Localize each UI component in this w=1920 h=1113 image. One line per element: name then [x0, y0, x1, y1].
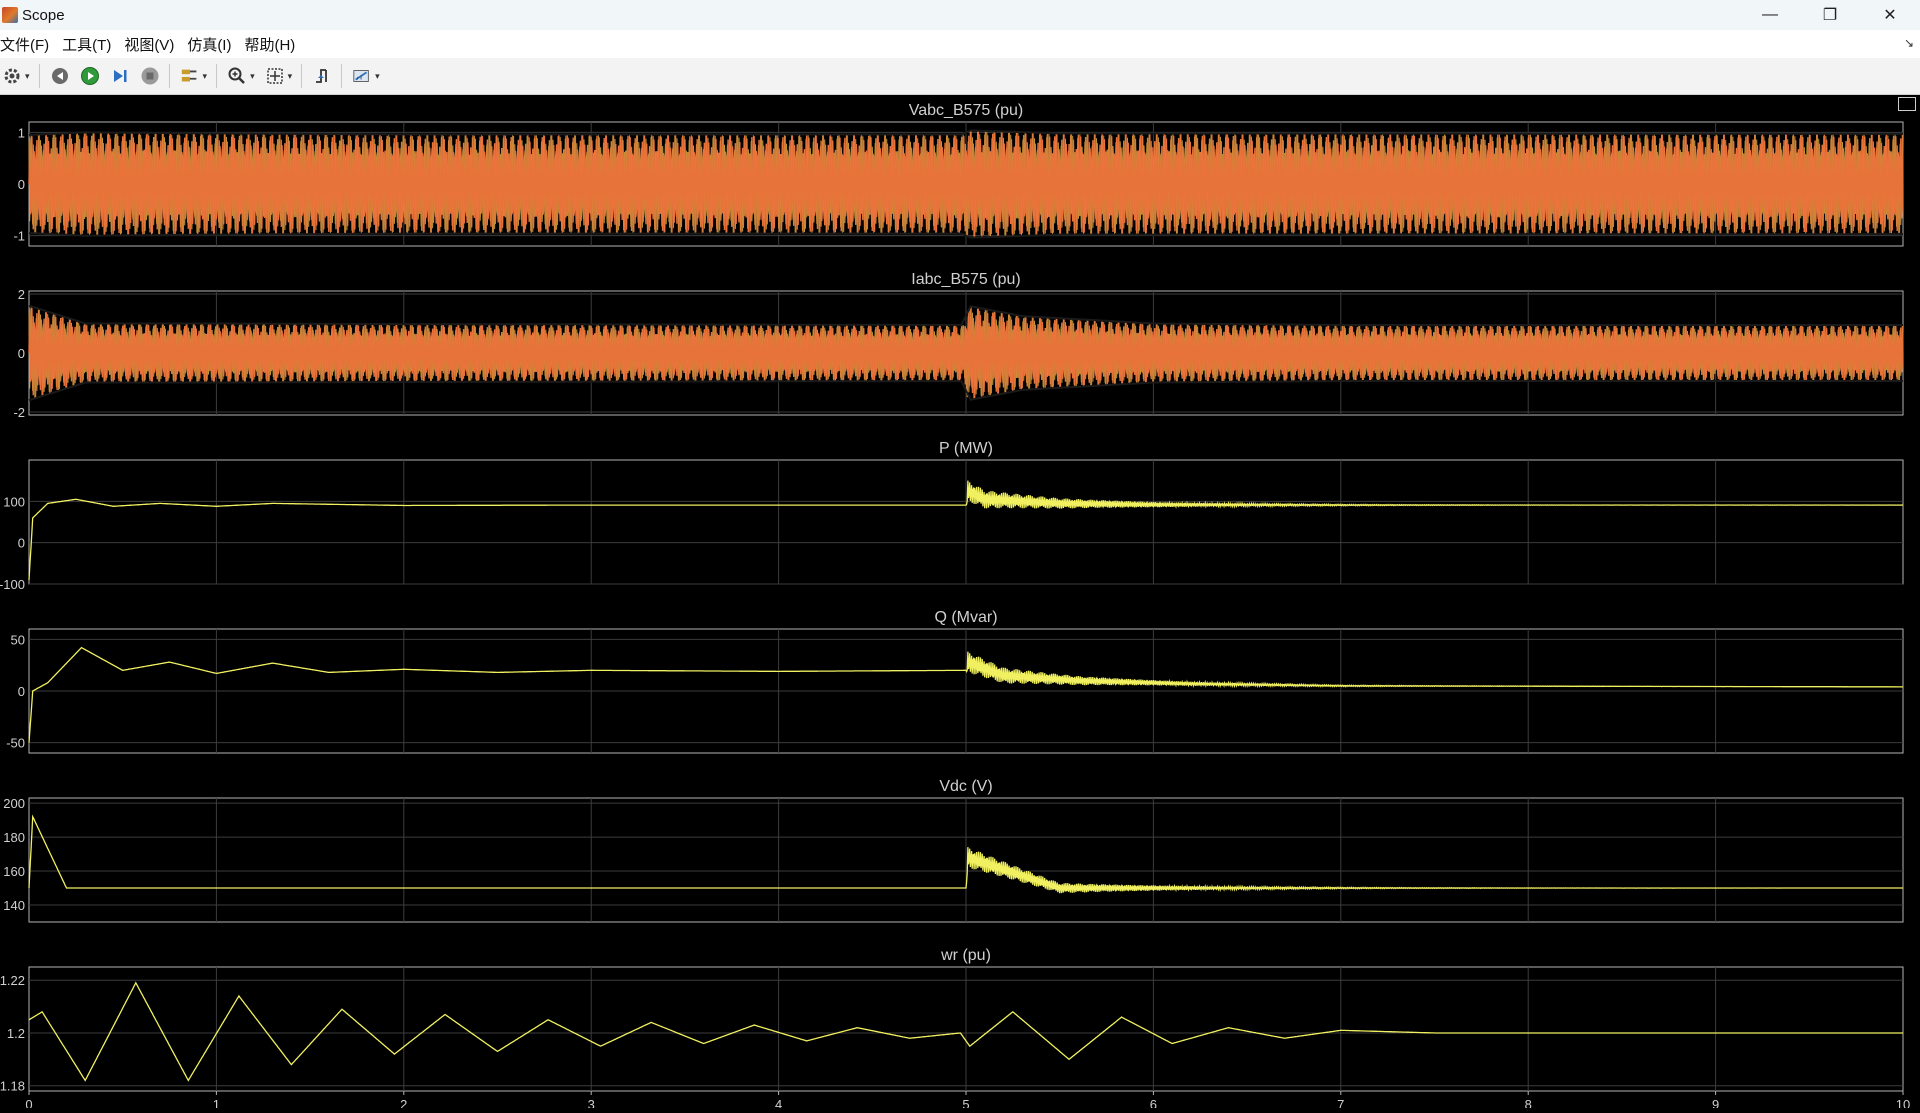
menu-tools[interactable]: 工具(T) [62, 34, 120, 55]
menu-help[interactable]: 帮助(H) [244, 34, 304, 55]
signal-highlight-icon[interactable] [180, 66, 200, 86]
xtick-label: 10 [1896, 1097, 1910, 1108]
ytick-label: 0 [18, 177, 25, 192]
gear-icon[interactable] [2, 66, 22, 86]
axes-title: Vabc_B575 (pu) [909, 102, 1023, 119]
scope-axes-1[interactable]: Vabc_B575 (pu) 1 0 -1 [13, 102, 1904, 247]
ytick-label: 1 [18, 125, 25, 140]
step-forward-icon[interactable] [110, 66, 130, 86]
toolbar-separator [168, 64, 170, 88]
ytick-label: 1.18 [0, 1079, 25, 1094]
xtick-label: 7 [1337, 1097, 1344, 1108]
toolbar-separator [216, 64, 218, 88]
menu-file[interactable]: 文件(F) [0, 34, 58, 55]
ytick-label: 180 [3, 830, 25, 845]
xtick-label: 3 [588, 1097, 595, 1108]
xtick-label: 4 [775, 1097, 782, 1108]
ytick-label: 200 [3, 796, 25, 811]
settings-dropdown-icon[interactable]: ▾ [25, 71, 30, 82]
ytick-label: -2 [13, 405, 25, 420]
ytick-label: 100 [3, 494, 25, 509]
zoom-in-icon[interactable] [227, 66, 247, 86]
window-controls: — ❐ ✕ [1740, 0, 1920, 30]
pin-icon[interactable]: ↘ [1904, 36, 1914, 50]
close-button[interactable]: ✕ [1860, 0, 1920, 30]
xtick-label: 1 [213, 1097, 220, 1108]
menu-bar: 文件(F) 工具(T) 视图(V) 仿真(I) 帮助(H) ↘ [0, 30, 1920, 58]
ytick-label: 140 [3, 898, 25, 913]
ytick-label: 1.22 [0, 973, 25, 988]
zoom-dropdown-icon[interactable]: ▾ [250, 71, 255, 82]
trigger-icon[interactable] [312, 66, 332, 86]
toolbar-separator [341, 64, 343, 88]
menu-view[interactable]: 视图(V) [124, 34, 183, 55]
scope-axes-3[interactable]: P (MW) 100 0 -100 [0, 440, 1904, 592]
ytick-label: -50 [6, 736, 25, 751]
ytick-label: 0 [18, 684, 25, 699]
ytick-label: 160 [3, 864, 25, 879]
toolbar-separator [38, 64, 40, 88]
scope-axes-6[interactable]: wr (pu) 1.22 1.2 1.180 1 2 3 4 5 6 7 8 9 10 [0, 947, 1910, 1112]
axes-title: Vdc (V) [939, 778, 992, 795]
scope-plot-area: Vabc_B575 (pu) 1 0 -1 Iabc_B575 (pu) 2 0 -2 P (M… [0, 95, 1920, 1112]
ytick-label: -1 [13, 229, 25, 244]
scope-axes-4[interactable]: Q (Mvar) 50 0 -50 [6, 609, 1904, 754]
xtick-label: 5 [962, 1097, 969, 1108]
step-back-icon[interactable] [50, 66, 70, 86]
restore-button[interactable]: ❐ [1800, 0, 1860, 30]
xtick-label: 0 [25, 1097, 32, 1108]
measure-dropdown-icon[interactable]: ▾ [375, 71, 380, 82]
ytick-label: 1.2 [7, 1026, 25, 1041]
undock-icon[interactable] [1898, 97, 1916, 111]
scope-plots-svg[interactable]: Vabc_B575 (pu)10-1Iabc_B575 (pu)20-2P (M… [0, 95, 1920, 1112]
axes-title: Q (Mvar) [934, 609, 997, 626]
ytick-label: 50 [11, 632, 25, 647]
ytick-label: 0 [18, 536, 25, 551]
ytick-label: 0 [18, 346, 25, 361]
scope-axes-2[interactable]: Iabc_B575 (pu) 2 0 -2 [13, 271, 1904, 420]
axes-title: P (MW) [939, 440, 993, 457]
toolbar-separator [301, 64, 303, 88]
menu-simulation[interactable]: 仿真(I) [187, 34, 240, 55]
autoscale-dropdown-icon[interactable]: ▾ [288, 71, 293, 82]
toolbar: ▾ ▾ ▾ ▾ ▾ [0, 58, 1920, 95]
scope-axes-5[interactable]: Vdc (V) 200 180 160 140 [3, 778, 1904, 923]
title-bar: Scope — ❐ ✕ [0, 0, 1920, 30]
play-icon[interactable] [80, 66, 100, 86]
xtick-label: 8 [1525, 1097, 1532, 1108]
stop-icon[interactable] [140, 66, 160, 86]
window-title: Scope [22, 6, 65, 24]
xtick-label: 6 [1150, 1097, 1157, 1108]
minimize-button[interactable]: — [1740, 0, 1800, 30]
highlight-dropdown-icon[interactable]: ▾ [203, 71, 208, 82]
xtick-label: 9 [1712, 1097, 1719, 1108]
ytick-label: -100 [0, 577, 25, 592]
fit-to-view-icon[interactable] [265, 66, 285, 86]
matlab-app-icon [2, 7, 18, 23]
cursor-measurement-icon[interactable] [352, 66, 372, 86]
xtick-label: 2 [400, 1097, 407, 1108]
ytick-label: 2 [18, 287, 25, 302]
axes-title: wr (pu) [940, 947, 991, 964]
axes-title: Iabc_B575 (pu) [911, 271, 1020, 288]
